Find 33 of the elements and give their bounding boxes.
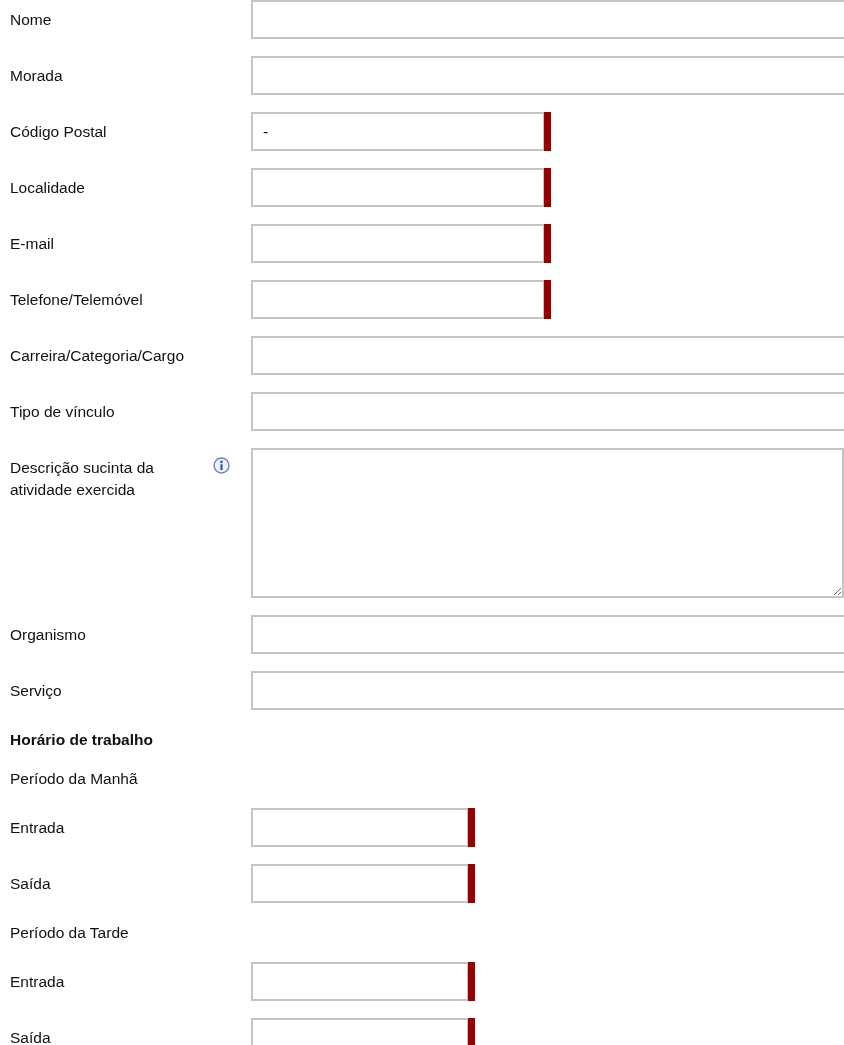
field-label: Entrada	[10, 972, 66, 991]
field-label: Carreira/Categoria/Cargo	[10, 346, 186, 365]
input-field[interactable]: -	[251, 112, 544, 151]
field-label: Serviço	[10, 681, 63, 700]
input-field[interactable]	[251, 962, 468, 1001]
info-icon[interactable]	[213, 457, 230, 474]
field-label: Saída	[10, 1028, 52, 1045]
input-field[interactable]	[251, 56, 844, 95]
field-label: E-mail	[10, 234, 55, 253]
subsection-label: Período da Manhã	[10, 770, 138, 788]
input-field[interactable]	[251, 392, 844, 431]
input-field[interactable]	[251, 336, 844, 375]
input-field[interactable]	[251, 615, 844, 654]
input-field[interactable]	[251, 168, 544, 207]
field-label: Descrição sucinta da atividade exercida	[10, 458, 155, 500]
input-field[interactable]	[251, 808, 468, 847]
input-field[interactable]	[251, 0, 844, 39]
section-heading: Horário de trabalho	[10, 731, 153, 749]
field-label: Organismo	[10, 625, 87, 644]
field-label: Morada	[10, 66, 64, 85]
field-label: Telefone/Telemóvel	[10, 290, 144, 309]
input-field[interactable]	[251, 280, 544, 319]
input-field[interactable]	[251, 864, 468, 903]
field-label: Nome	[10, 10, 53, 29]
field-label: Código Postal	[10, 122, 108, 141]
text-area[interactable]	[251, 448, 844, 598]
field-label: Tipo de vínculo	[10, 402, 116, 421]
subsection-label: Período da Tarde	[10, 924, 129, 942]
input-field[interactable]	[251, 224, 544, 263]
field-label: Localidade	[10, 178, 86, 197]
field-label: Saída	[10, 874, 52, 893]
field-label: Entrada	[10, 818, 66, 837]
input-field[interactable]	[251, 671, 844, 710]
